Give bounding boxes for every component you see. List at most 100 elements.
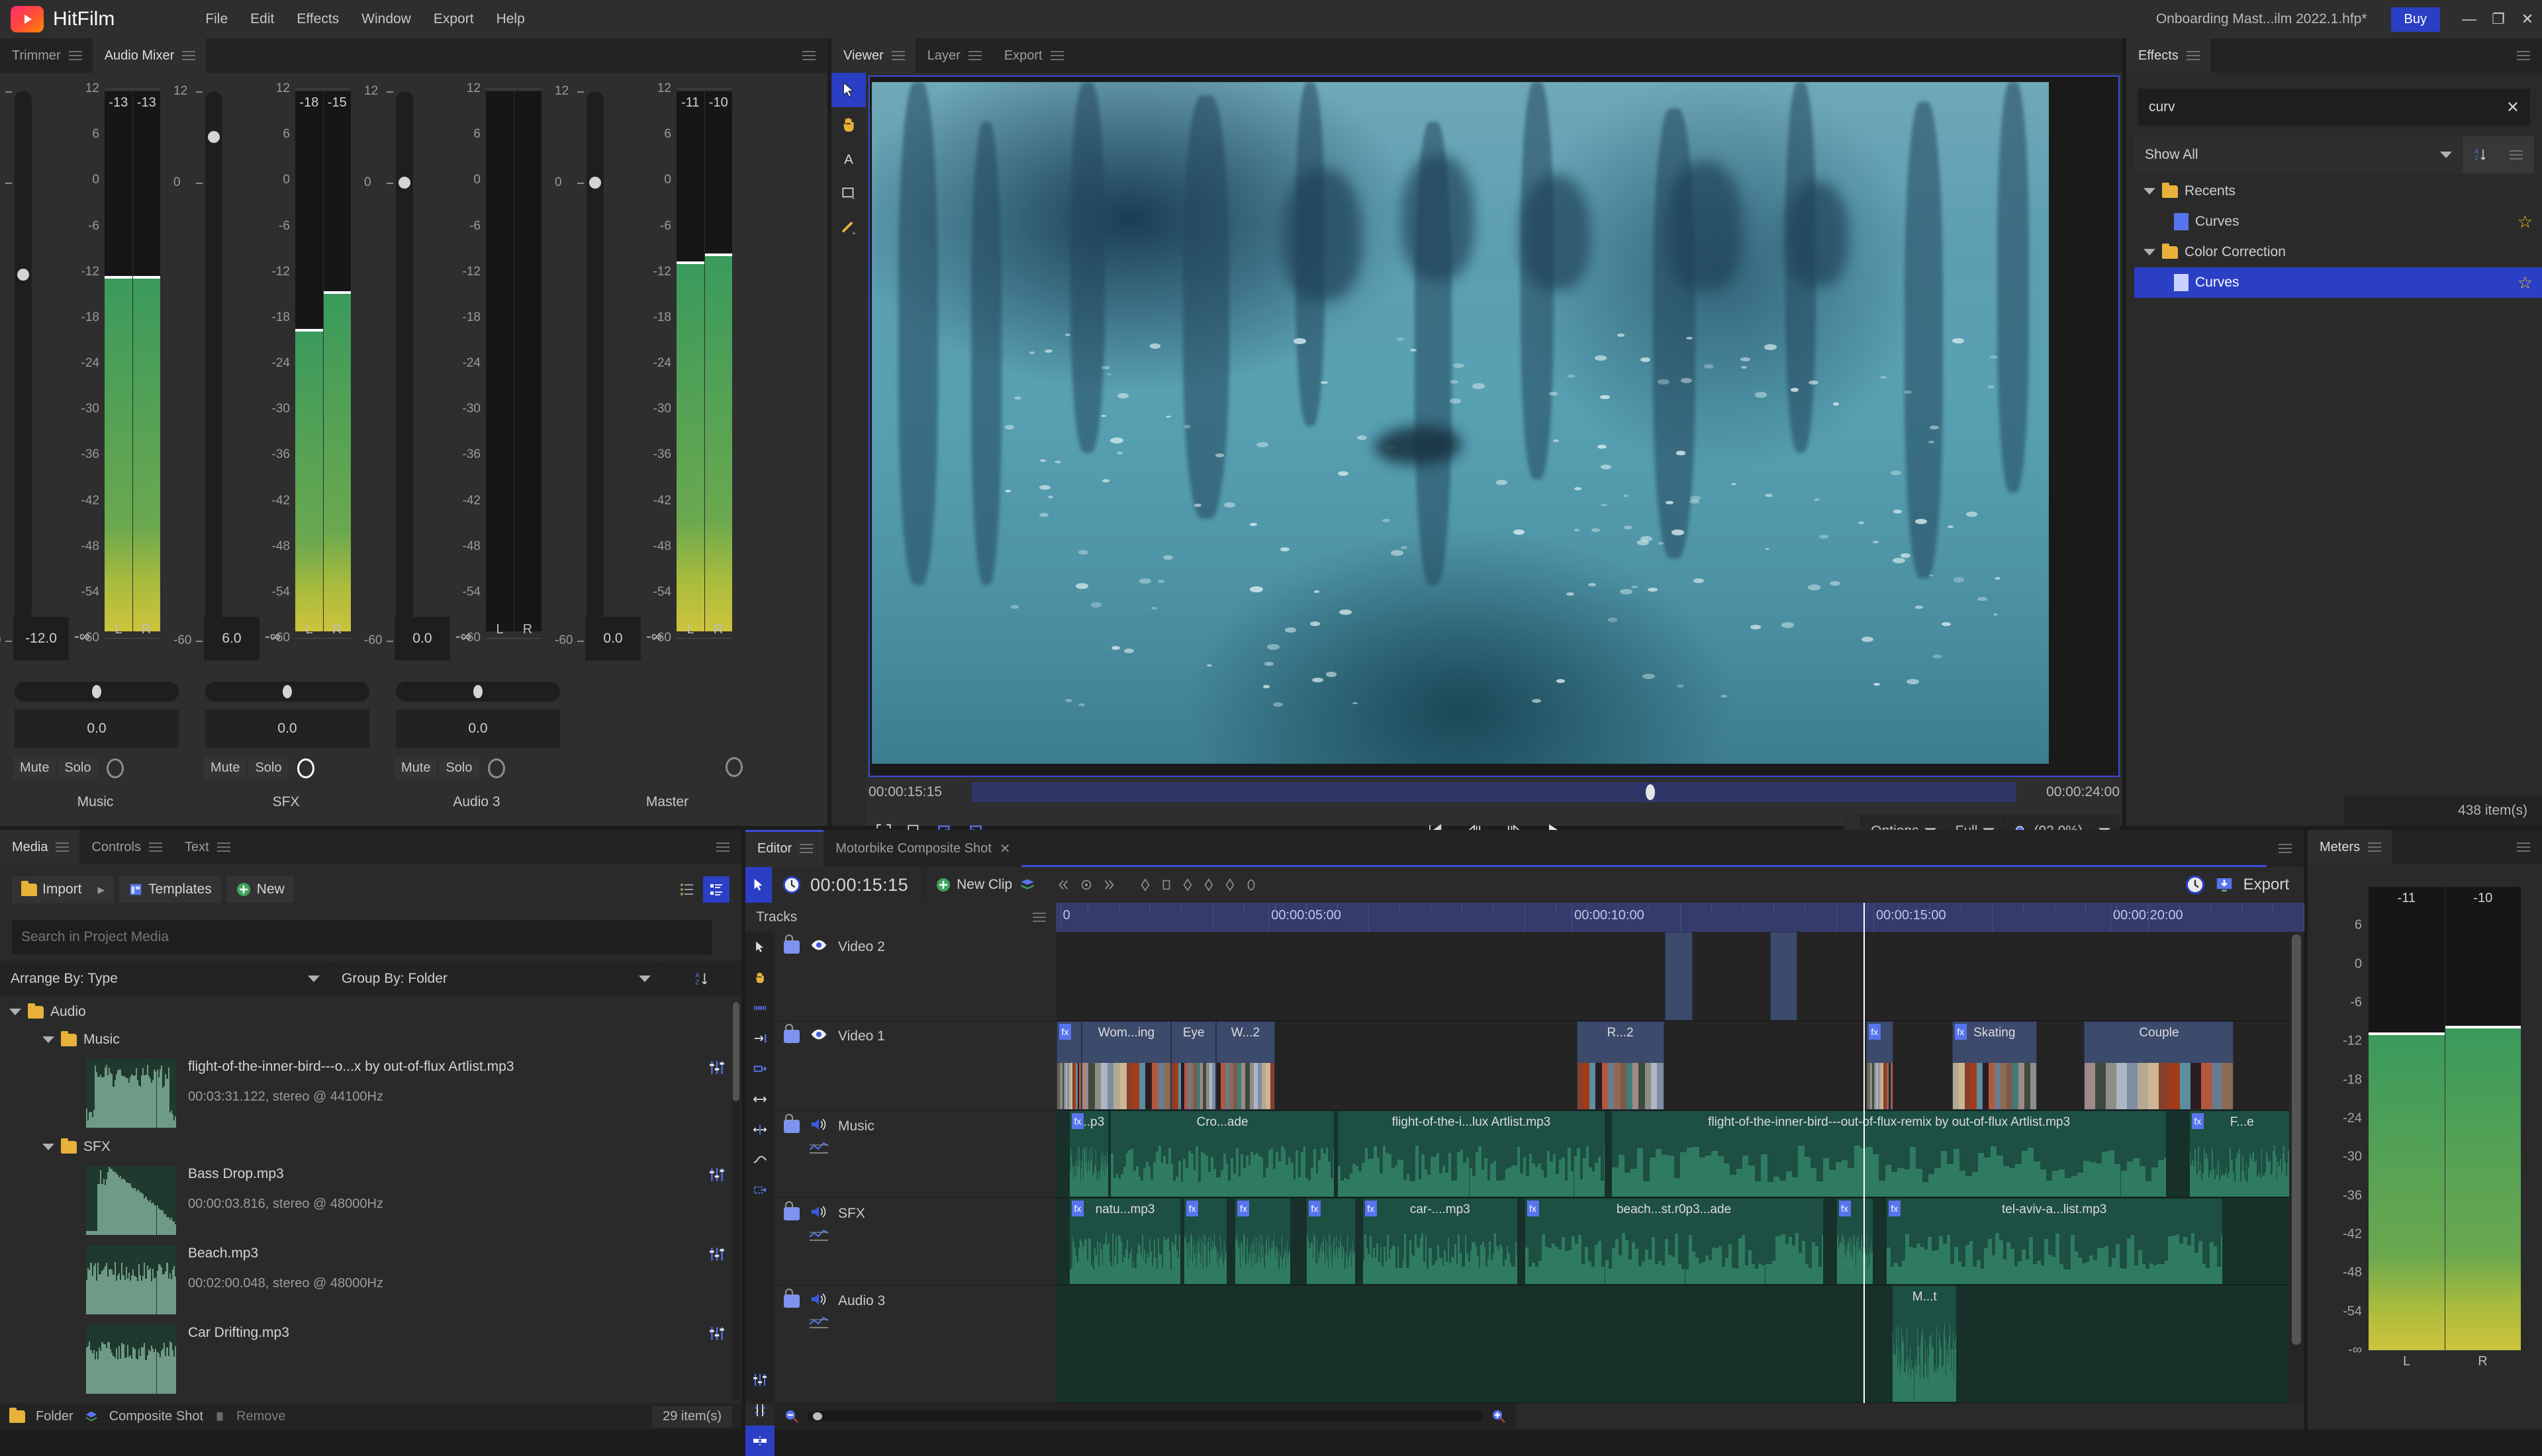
clock-icon[interactable] [2185,875,2205,895]
lock-icon[interactable] [784,1288,800,1308]
tab-audio-mixer[interactable]: Audio Mixer [92,38,207,73]
media-search-input[interactable] [21,929,703,945]
lock-icon[interactable] [784,1023,800,1043]
add-keyframe-icon[interactable] [1078,878,1094,892]
timeline-select-tool-icon[interactable] [745,867,772,903]
editor-timecode[interactable]: 00:00:15:15 [810,875,908,895]
track-header-music[interactable]: Music [775,1111,1057,1198]
templates-button[interactable]: Templates [119,876,221,903]
solo-button[interactable]: Solo [439,757,479,779]
clip-effect-badge[interactable]: fx [1838,1201,1851,1216]
tab-controls[interactable]: Controls [79,830,172,864]
timeline-zoom-slider[interactable] [808,1411,1483,1422]
timeline-clip[interactable]: fx [1235,1198,1292,1285]
clip-effect-badge[interactable]: fx [1868,1024,1881,1040]
slip-tool-icon[interactable] [745,1023,775,1054]
arrange-by-dropdown[interactable]: Arrange By: Type [0,961,331,997]
timeline-clip[interactable]: Eye [1171,1021,1217,1110]
pan-handle[interactable] [92,685,101,698]
tab-effects[interactable]: Effects [2126,38,2210,73]
panel-menu-icon[interactable] [2505,38,2542,73]
clear-search-icon[interactable]: ✕ [2506,98,2519,117]
roll-tool-icon[interactable] [745,1115,775,1145]
chevron-down-icon[interactable] [2143,249,2155,255]
track-lane-video-1[interactable]: fx Wom...ing Eye W...2 R...2 fx Skating fx Coupl… [1057,1021,2304,1111]
viewer-playhead-handle[interactable] [1645,784,1655,800]
export-icon[interactable] [2214,875,2234,895]
media-folder-sfx[interactable]: SFX [0,1133,741,1161]
timeline-clip[interactable]: W...2 [1216,1021,1275,1110]
lock-icon[interactable] [784,934,800,954]
mixer-fader[interactable] [15,91,32,621]
speaker-icon[interactable] [810,1205,827,1222]
mixer-fader[interactable] [587,91,604,621]
tab-menu-icon[interactable] [68,51,82,60]
tab-menu-icon[interactable] [182,51,196,60]
media-search-box[interactable] [12,920,712,954]
effects-item-curves[interactable]: Curves ☆ [2134,206,2542,237]
timeline-clip[interactable]: beach...st.r0p3...ade fx [1524,1198,1824,1285]
timeline-clip[interactable]: M...t [1892,1285,1957,1402]
solo-button[interactable]: Solo [58,757,98,779]
track-header-audio-3[interactable]: Audio 3 [775,1285,1057,1403]
timeline-ruler[interactable]: 0 00:00:05:00 00:00:10:00 00:00:15:00 00:00:… [1057,903,2304,932]
speaker-icon[interactable] [810,1292,827,1310]
media-asset-row[interactable]: Bass Drop.mp3 00:00:03.816, stereo @ 4800… [0,1161,741,1240]
remove-label[interactable]: Remove [236,1409,285,1424]
group-by-dropdown[interactable]: Group By: Folder [331,961,662,997]
tab-menu-icon[interactable] [148,842,162,852]
keyframe-ease-in-icon[interactable] [1201,878,1216,892]
tab-text[interactable]: Text [173,830,241,864]
media-folder-audio[interactable]: Audio [0,998,741,1026]
track-header-video-2[interactable]: Video 2 [775,932,1057,1021]
eye-icon[interactable] [810,938,827,955]
media-scrollbar-thumb[interactable] [733,1002,739,1101]
favorite-star-icon[interactable]: ☆ [2518,212,2533,232]
mute-button[interactable]: Mute [13,757,56,779]
snapping-tool-icon[interactable] [745,1426,775,1456]
media-tree[interactable]: Audio Music flight-of-the-inner-bird---o..… [0,998,741,1403]
pan-value[interactable]: 0.0 [15,709,179,748]
next-keyframe-icon[interactable] [1101,878,1117,892]
panel-menu-icon[interactable] [704,830,741,864]
chevron-down-icon[interactable] [42,1144,54,1150]
tab-meters[interactable]: Meters [2308,830,2392,864]
keyframe-smooth-icon[interactable] [1180,878,1195,892]
timeline-clip[interactable]: car-....mp3 fx [1362,1198,1519,1285]
maximize-restore-button[interactable]: ❐ [2484,0,2513,38]
keyframe-graph-icon[interactable] [775,1135,1057,1158]
menu-file[interactable]: File [194,7,239,31]
pan-slider[interactable] [15,682,179,702]
tab-menu-icon[interactable] [2186,51,2200,60]
audio-levels-icon[interactable] [708,1325,726,1345]
timeline-clip[interactable]: R...2 [1576,1021,1664,1110]
marquee-tool-icon[interactable] [745,1175,775,1206]
effects-folder-recents[interactable]: Recents [2134,176,2542,206]
zoom-out-icon[interactable] [784,1408,800,1424]
mixer-gain-value[interactable]: 6.0 [204,617,259,660]
pen-icon[interactable] [831,210,866,245]
media-asset-row[interactable]: flight-of-the-inner-bird---o...x by out-… [0,1054,741,1133]
new-composite-shot-button[interactable] [1019,876,1036,893]
clip-effect-badge[interactable]: fx [1308,1201,1321,1216]
clip-effect-badge[interactable]: fx [1186,1201,1199,1216]
mixer-fader[interactable] [396,91,413,621]
tab-menu-icon[interactable] [56,842,70,852]
timeline-clip[interactable] [1665,932,1693,1021]
ripple-tool-icon[interactable] [745,1084,775,1115]
rate-stretch-tool-icon[interactable] [745,1145,775,1175]
mixer-fader[interactable] [205,91,222,621]
tab-menu-icon[interactable] [1050,51,1064,60]
export-label[interactable]: Export [2243,876,2289,894]
timeline-playhead[interactable] [1863,932,1865,1403]
audio-levels-tool-icon[interactable] [745,1365,775,1395]
track-lane-video-2[interactable] [1057,932,2304,1021]
keyframe-hold-icon[interactable] [1159,878,1174,892]
pan-value[interactable]: 0.0 [396,709,560,748]
mixer-gain-value[interactable]: -12.0 [13,617,69,660]
chevron-down-icon[interactable] [9,1009,21,1015]
viewer-scrubber[interactable] [972,782,2016,802]
new-folder-label[interactable]: Folder [36,1409,73,1424]
mixer-gain-value[interactable]: 0.0 [395,617,450,660]
effects-search-box[interactable]: ✕ [2138,89,2530,126]
